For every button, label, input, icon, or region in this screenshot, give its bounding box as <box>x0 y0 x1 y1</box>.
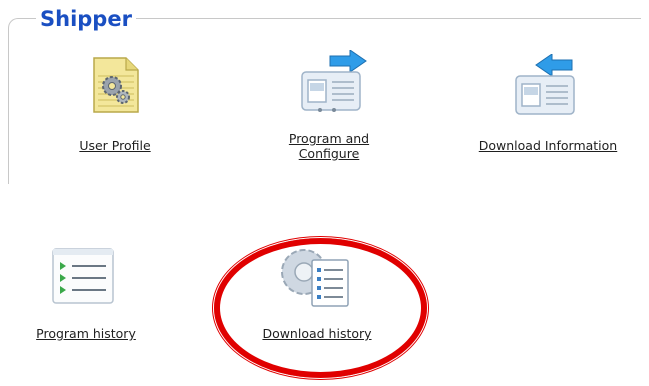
device-receive-icon[interactable] <box>514 53 580 120</box>
user-profile-link[interactable]: User Profile <box>60 138 170 153</box>
program-configure-label-line1[interactable]: Program and <box>264 131 394 146</box>
checklist-icon[interactable] <box>52 248 114 308</box>
program-history-link[interactable]: Program history <box>6 326 166 341</box>
program-configure-label-line2[interactable]: Configure <box>264 146 394 161</box>
section-title: Shipper <box>36 6 136 32</box>
user-profile-label[interactable]: User Profile <box>60 138 170 153</box>
highlight-circle <box>214 238 427 378</box>
device-send-icon[interactable] <box>300 49 372 118</box>
download-information-label[interactable]: Download Information <box>455 138 641 153</box>
download-information-link[interactable]: Download Information <box>455 138 641 153</box>
document-gear-icon[interactable] <box>92 56 140 118</box>
program-history-label[interactable]: Program history <box>6 326 166 341</box>
program-configure-link[interactable]: Program and Configure <box>264 131 394 161</box>
